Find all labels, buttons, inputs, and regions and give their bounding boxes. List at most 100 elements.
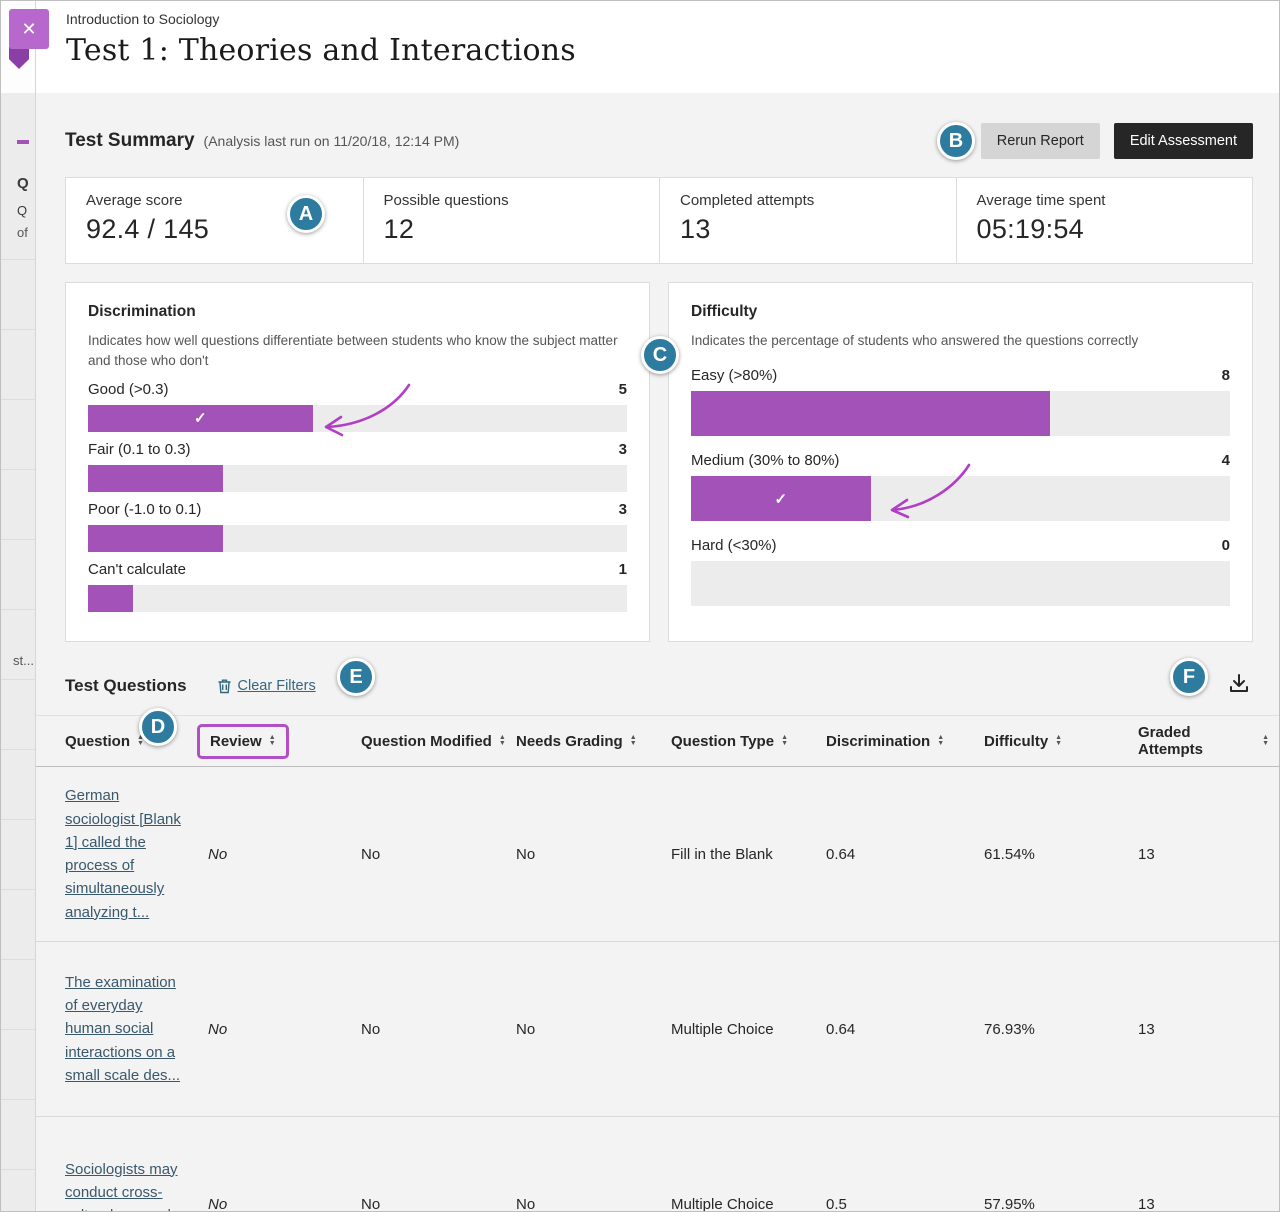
- stat-label: Completed attempts: [680, 192, 936, 209]
- clear-filters-link[interactable]: Clear Filters: [217, 678, 316, 694]
- question-modified-cell: No: [361, 846, 516, 863]
- bar-fill[interactable]: ✓: [88, 405, 313, 432]
- column-header-graded-attempts[interactable]: Graded Attempts ▲▼: [1138, 724, 1269, 758]
- table-row: German sociologist [Blank 1] called the …: [36, 767, 1279, 942]
- stat-label: Average time spent: [977, 192, 1233, 209]
- bar-easy: Easy (>80%) 8: [691, 367, 1230, 436]
- panel-content: Test Summary (Analysis last run on 11/20…: [36, 93, 1279, 1211]
- bar-track[interactable]: [691, 561, 1230, 606]
- background-accent-bar: [17, 140, 29, 144]
- bar-count: 3: [619, 441, 627, 458]
- bar-poor: Poor (-1.0 to 0.1) 3: [88, 501, 627, 552]
- close-button[interactable]: ✕: [9, 9, 49, 49]
- sort-desc-icon: ▼: [937, 741, 944, 747]
- sort-desc-icon: ▼: [1262, 741, 1269, 747]
- sort-icon[interactable]: ▲▼: [781, 735, 788, 747]
- table-row: Sociologists may conduct cross-cultural …: [36, 1117, 1279, 1211]
- question-modified-cell: No: [361, 1021, 516, 1038]
- sort-desc-icon: ▼: [630, 741, 637, 747]
- sort-icon[interactable]: ▲▼: [137, 735, 144, 747]
- sort-icon[interactable]: ▲▼: [1055, 735, 1062, 747]
- bar-track[interactable]: [88, 585, 627, 612]
- bar-label: Hard (<30%): [691, 537, 776, 554]
- needs-grading-cell: No: [516, 846, 671, 863]
- sort-desc-icon: ▼: [499, 741, 506, 747]
- graded-attempts-cell: 13: [1138, 1021, 1269, 1038]
- review-cell: No: [208, 846, 361, 863]
- column-header-question-modified[interactable]: Question Modified ▲▼: [361, 733, 516, 750]
- bar-count: 8: [1222, 367, 1230, 384]
- bar-track[interactable]: ✓: [88, 405, 627, 432]
- table-row: The examination of everyday human social…: [36, 942, 1279, 1117]
- test-summary-header: Test Summary (Analysis last run on 11/20…: [65, 123, 1253, 159]
- questions-table: Question ▲▼ Review ▲▼ Question Modified …: [36, 715, 1279, 1211]
- question-link[interactable]: German sociologist [Blank 1] called the …: [65, 784, 181, 924]
- sort-icon[interactable]: ▲▼: [499, 735, 506, 747]
- sort-icon[interactable]: ▲▼: [1262, 735, 1269, 747]
- question-link[interactable]: Sociologists may conduct cross-cultural …: [65, 1158, 181, 1212]
- sort-icon[interactable]: ▲▼: [269, 735, 276, 747]
- bar-fill[interactable]: [691, 391, 1050, 436]
- question-link[interactable]: The examination of everyday human social…: [65, 971, 181, 1087]
- bar-label: Fair (0.1 to 0.3): [88, 441, 191, 458]
- bar-track[interactable]: [691, 391, 1230, 436]
- trash-icon: [217, 678, 232, 694]
- bar-label: Can't calculate: [88, 561, 186, 578]
- discrimination-panel: Discrimination Indicates how well questi…: [65, 282, 650, 642]
- bar-track[interactable]: [88, 465, 627, 492]
- sort-desc-icon: ▼: [781, 741, 788, 747]
- close-icon: ✕: [21, 20, 36, 38]
- bar-track[interactable]: ✓: [691, 476, 1230, 521]
- bar-fill[interactable]: [88, 525, 223, 552]
- test-questions-title: Test Questions: [65, 676, 187, 696]
- column-header-difficulty[interactable]: Difficulty ▲▼: [984, 733, 1138, 750]
- background-row-dividers: [1, 259, 35, 1211]
- needs-grading-cell: No: [516, 1021, 671, 1038]
- background-page-strip: Q Q of st...: [1, 1, 36, 1211]
- bar-fair: Fair (0.1 to 0.3) 3: [88, 441, 627, 492]
- graded-attempts-cell: 13: [1138, 846, 1269, 863]
- bar-label: Easy (>80%): [691, 367, 777, 384]
- check-icon: ✓: [194, 409, 207, 427]
- bar-good: Good (>0.3) 5 ✓: [88, 381, 627, 432]
- stat-value: 12: [384, 214, 640, 245]
- review-cell: No: [208, 1021, 361, 1038]
- rerun-report-button[interactable]: Rerun Report: [981, 123, 1100, 159]
- stat-completed-attempts: Completed attempts 13: [659, 178, 956, 263]
- background-text-fragment: Q: [17, 203, 27, 218]
- question-type-cell: Fill in the Blank: [671, 846, 826, 863]
- column-header-question-type[interactable]: Question Type ▲▼: [671, 733, 826, 750]
- stat-value: 13: [680, 214, 936, 245]
- bar-count: 4: [1222, 452, 1230, 469]
- bar-label: Medium (30% to 80%): [691, 452, 839, 469]
- edit-assessment-button[interactable]: Edit Assessment: [1114, 123, 1253, 159]
- discrimination-cell: 0.64: [826, 846, 984, 863]
- bar-cant-calculate: Can't calculate 1: [88, 561, 627, 612]
- check-icon: ✓: [775, 490, 788, 508]
- sort-icon[interactable]: ▲▼: [630, 735, 637, 747]
- bar-label: Poor (-1.0 to 0.1): [88, 501, 201, 518]
- review-column-highlight: Review ▲▼: [197, 724, 289, 759]
- difficulty-title: Difficulty: [691, 303, 1230, 321]
- column-header-discrimination[interactable]: Discrimination ▲▼: [826, 733, 984, 750]
- column-header-review[interactable]: Review ▲▼: [208, 730, 361, 753]
- column-header-needs-grading[interactable]: Needs Grading ▲▼: [516, 733, 671, 750]
- graded-attempts-cell: 13: [1138, 1196, 1269, 1212]
- stat-label: Average score: [86, 192, 343, 209]
- page-title: Test 1: Theories and Interactions: [66, 33, 1279, 68]
- question-cell: German sociologist [Blank 1] called the …: [65, 784, 208, 924]
- sort-desc-icon: ▼: [269, 741, 276, 747]
- stat-value: 05:19:54: [977, 214, 1233, 245]
- background-text-fragment: of: [17, 225, 28, 240]
- sort-icon[interactable]: ▲▼: [937, 735, 944, 747]
- column-header-question[interactable]: Question ▲▼: [65, 733, 208, 750]
- bar-track[interactable]: [88, 525, 627, 552]
- bar-fill[interactable]: [88, 585, 133, 612]
- sort-desc-icon: ▼: [137, 741, 144, 747]
- bar-fill[interactable]: [88, 465, 223, 492]
- download-button[interactable]: [1225, 670, 1253, 701]
- discrimination-cell: 0.64: [826, 1021, 984, 1038]
- bar-fill[interactable]: ✓: [691, 476, 871, 521]
- breadcrumb-course: Introduction to Sociology: [66, 11, 1279, 27]
- question-type-cell: Multiple Choice: [671, 1021, 826, 1038]
